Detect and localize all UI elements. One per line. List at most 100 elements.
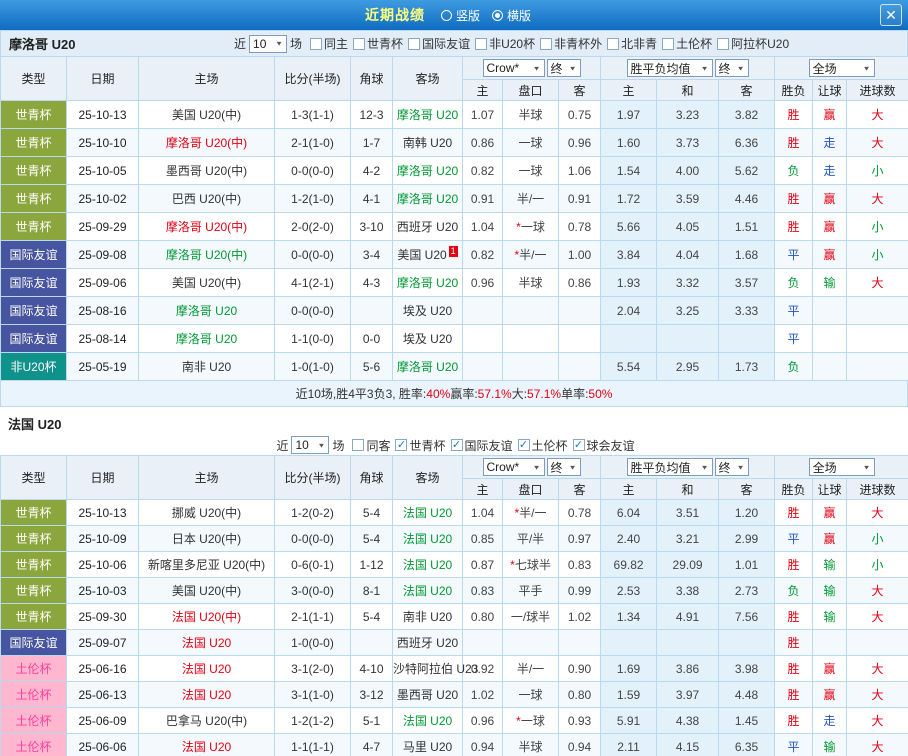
odds-company-select[interactable]: Crow*▼ — [483, 59, 545, 77]
cell-odds-away: 1.06 — [559, 157, 601, 185]
cell-date: 25-10-09 — [67, 526, 139, 552]
cell-avg-home: 5.54 — [601, 353, 657, 381]
recent-count-select-value: 10 — [253, 37, 266, 51]
filter-checkbox-同客[interactable]: 同客 — [352, 437, 390, 454]
cell-handicap-result: 赢 — [813, 500, 847, 526]
cell-handicap-result: 走 — [813, 708, 847, 734]
header-result: 胜负 — [775, 479, 813, 500]
filter-checkbox-同主[interactable]: 同主 — [310, 35, 348, 52]
scope-select[interactable]: 全场▼ — [809, 59, 875, 77]
cell-goals-result: 大 — [847, 578, 908, 604]
away-team-name: 墨西哥 U20 — [397, 688, 458, 702]
home-team-name: 美国 U20(中) — [172, 276, 241, 290]
cell-date: 25-10-03 — [67, 578, 139, 604]
cell-home-team: 摩洛哥 U20(中) — [139, 213, 275, 241]
cell-handicap-result: 输 — [813, 734, 847, 756]
cell-goals-result: 大 — [847, 101, 908, 129]
red-card-badge: 1 — [449, 246, 458, 257]
cell-odds-home: 1.02 — [463, 682, 503, 708]
cell-home-team: 日本 U20(中) — [139, 526, 275, 552]
radio-label: 竖版 — [456, 7, 480, 24]
cell-avg-home — [601, 630, 657, 656]
cell-avg-home: 2.53 — [601, 578, 657, 604]
cell-avg-away: 7.56 — [719, 604, 775, 630]
cell-competition: 世青杯 — [1, 604, 67, 630]
checkbox-label: 同客 — [366, 437, 390, 454]
scope-select[interactable]: 全场▼ — [809, 458, 875, 476]
away-team-name: 美国 U20 — [397, 248, 446, 262]
cell-odds-home: 0.96 — [463, 269, 503, 297]
cell-date: 25-05-19 — [67, 353, 139, 381]
filter-checkbox-世青杯[interactable]: 世青杯 — [353, 35, 403, 52]
cell-handicap: 半球 — [503, 734, 559, 756]
recent-count-select[interactable]: 10▼ — [291, 436, 329, 454]
cell-avg-draw: 3.59 — [657, 185, 719, 213]
final-select[interactable]: 终▼ — [547, 458, 581, 476]
cell-competition: 国际友谊 — [1, 630, 67, 656]
match-row: 世青杯25-10-13美国 U20(中)1-3(1-1)12-3摩洛哥 U201… — [1, 101, 908, 129]
match-row: 世青杯25-09-30法国 U20(中)2-1(1-1)5-4南非 U200.8… — [1, 604, 908, 630]
cell-away-team: 摩洛哥 U20 — [393, 185, 463, 213]
filter-checkbox-非青杯外[interactable]: 非青杯外 — [540, 35, 602, 52]
cell-competition: 土伦杯 — [1, 682, 67, 708]
checkbox-icon — [717, 38, 729, 50]
filter-checkbox-北非青[interactable]: 北非青 — [607, 35, 657, 52]
filter-checkbox-球会友谊[interactable]: ✓球会友谊 — [573, 437, 635, 454]
avg-select[interactable]: 胜平负均值▼ — [627, 59, 713, 77]
away-team-name: 南韩 U20 — [403, 136, 452, 150]
match-row: 土伦杯25-06-16法国 U203-1(2-0)4-10沙特阿拉伯 U230.… — [1, 656, 908, 682]
cell-handicap: *七球半 — [503, 552, 559, 578]
cell-goals-result: 小 — [847, 213, 908, 241]
cell-avg-home: 3.84 — [601, 241, 657, 269]
cell-handicap-result: 赢 — [813, 185, 847, 213]
filter-checkbox-土伦杯[interactable]: ✓土伦杯 — [518, 437, 568, 454]
home-team-name: 美国 U20(中) — [172, 584, 241, 598]
cell-handicap: *一球 — [503, 708, 559, 734]
recent-count-select[interactable]: 10▼ — [249, 35, 287, 53]
cell-avg-draw: 2.95 — [657, 353, 719, 381]
layout-radio-selected[interactable]: 横版 — [492, 7, 531, 24]
cell-avg-away: 2.99 — [719, 526, 775, 552]
cell-date: 25-09-07 — [67, 630, 139, 656]
cell-goals-result: 小 — [847, 526, 908, 552]
filter-checkbox-阿拉杯U20[interactable]: 阿拉杯U20 — [717, 35, 789, 52]
avg-select[interactable]: 胜平负均值▼ — [627, 458, 713, 476]
section-header: 摩洛哥 U20 近10▼场同主世青杯国际友谊非U20杯非青杯外北非青土伦杯阿拉杯… — [0, 30, 908, 56]
cell-avg-away: 1.20 — [719, 500, 775, 526]
cell-date: 25-10-13 — [67, 500, 139, 526]
final-select-value: 终 — [551, 459, 563, 476]
final-select[interactable]: 终▼ — [547, 59, 581, 77]
home-team-name: 美国 U20(中) — [172, 108, 241, 122]
away-team-name: 西班牙 U20 — [397, 636, 458, 650]
cell-odds-home: 0.87 — [463, 552, 503, 578]
header-col-away: 客场 — [393, 456, 463, 500]
final-select-value: 终 — [551, 60, 563, 77]
cell-handicap: 半/一 — [503, 656, 559, 682]
cell-odds-home: 1.04 — [463, 500, 503, 526]
scope-select-value: 全场 — [813, 60, 837, 77]
header-result: 胜负 — [775, 80, 813, 101]
filter-checkbox-世青杯[interactable]: ✓世青杯 — [395, 437, 445, 454]
final-select[interactable]: 终▼ — [715, 458, 749, 476]
odds-company-select[interactable]: Crow*▼ — [483, 458, 545, 476]
cell-corners: 4-7 — [351, 734, 393, 756]
filter-checkbox-国际友谊[interactable]: 国际友谊 — [408, 35, 470, 52]
cell-away-team: 摩洛哥 U20 — [393, 157, 463, 185]
close-icon[interactable]: ✕ — [880, 4, 902, 26]
cell-handicap: *半/一 — [503, 500, 559, 526]
final-select[interactable]: 终▼ — [715, 59, 749, 77]
away-team-name: 法国 U20 — [403, 714, 452, 728]
cell-avg-home: 1.97 — [601, 101, 657, 129]
cell-handicap: *一球 — [503, 213, 559, 241]
away-team-name: 摩洛哥 U20 — [397, 108, 458, 122]
filter-checkbox-国际友谊[interactable]: ✓国际友谊 — [451, 437, 513, 454]
radio-icon — [441, 10, 452, 21]
cell-handicap-result: 赢 — [813, 526, 847, 552]
layout-radio-unselected[interactable]: 竖版 — [441, 7, 480, 24]
cell-avg-away: 6.36 — [719, 129, 775, 157]
filter-checkbox-非U20杯[interactable]: 非U20杯 — [475, 35, 535, 52]
cell-corners: 5-4 — [351, 604, 393, 630]
cell-score: 0-0(0-0) — [275, 241, 351, 269]
cell-odds-home — [463, 353, 503, 381]
filter-checkbox-土伦杯[interactable]: 土伦杯 — [662, 35, 712, 52]
